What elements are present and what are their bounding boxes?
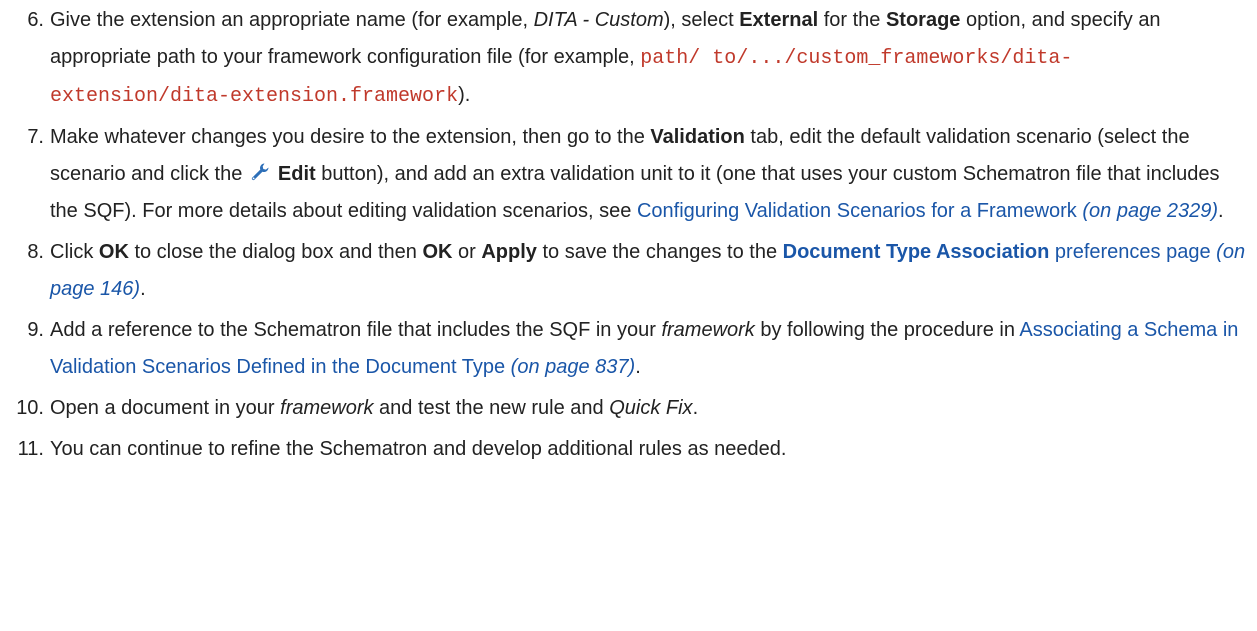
step-text: and test the new rule and: [373, 397, 610, 419]
step-number: 8.: [27, 241, 44, 263]
apply-button-ref: Apply: [481, 241, 537, 263]
option-storage: Storage: [885, 9, 961, 31]
step-text: You can continue to refine the Schematro…: [50, 438, 787, 460]
step-number: 9.: [27, 319, 44, 341]
step-text: .: [140, 278, 146, 300]
wrench-icon: [250, 158, 270, 181]
procedure-steps: 6. Give the extension an appropriate nam…: [0, 2, 1257, 472]
framework-term: framework: [280, 397, 374, 419]
page-reference[interactable]: (on page 2329): [1082, 200, 1218, 222]
step-text: by following the procedure in: [754, 319, 1020, 341]
step-text: ), select: [663, 9, 740, 31]
ok-button-ref: OK: [98, 241, 129, 263]
step-number: 6.: [27, 9, 44, 31]
step-text: Give the extension an appropriate name (…: [50, 9, 534, 31]
example-name: DITA - Custom: [533, 9, 664, 31]
step-text: .: [692, 397, 699, 419]
step-11: 11. You can continue to refine the Schem…: [0, 431, 1257, 468]
quick-fix-term: Quick Fix: [609, 397, 693, 419]
step-text: .: [635, 356, 641, 378]
step-text: Make whatever changes you desire to the …: [50, 126, 651, 148]
step-8: 8. Click OK to close the dialog box and …: [0, 234, 1257, 308]
step-text: for the: [818, 9, 886, 31]
step-text: Add a reference to the Schematron file t…: [50, 319, 662, 341]
step-number: 7.: [27, 126, 44, 148]
framework-term: framework: [661, 319, 755, 341]
page-reference[interactable]: (on page 837): [511, 356, 636, 378]
step-6: 6. Give the extension an appropriate nam…: [0, 2, 1257, 115]
link-document-type-association[interactable]: Document Type Association: [783, 241, 1050, 263]
ok-button-ref: OK: [422, 241, 453, 263]
step-text: .: [1218, 200, 1224, 222]
step-text: or: [452, 241, 482, 263]
step-9: 9. Add a reference to the Schematron fil…: [0, 312, 1257, 386]
option-external: External: [739, 9, 819, 31]
step-10: 10. Open a document in your framework an…: [0, 390, 1257, 427]
step-text: Open a document in your: [50, 397, 281, 419]
edit-button-ref: Edit: [277, 163, 316, 185]
step-text: ).: [458, 84, 471, 106]
step-number: 11.: [17, 438, 44, 460]
step-text: to save the changes to the: [536, 241, 783, 263]
step-number: 10.: [16, 397, 44, 419]
step-text: Click: [50, 241, 99, 263]
link-preferences-page[interactable]: preferences page: [1049, 241, 1211, 263]
step-text: to close the dialog box and then: [128, 241, 423, 263]
step-7: 7. Make whatever changes you desire to t…: [0, 119, 1257, 230]
link-configuring-validation-scenarios[interactable]: Configuring Validation Scenarios for a F…: [637, 200, 1077, 222]
tab-validation-ref: Validation: [650, 126, 745, 148]
